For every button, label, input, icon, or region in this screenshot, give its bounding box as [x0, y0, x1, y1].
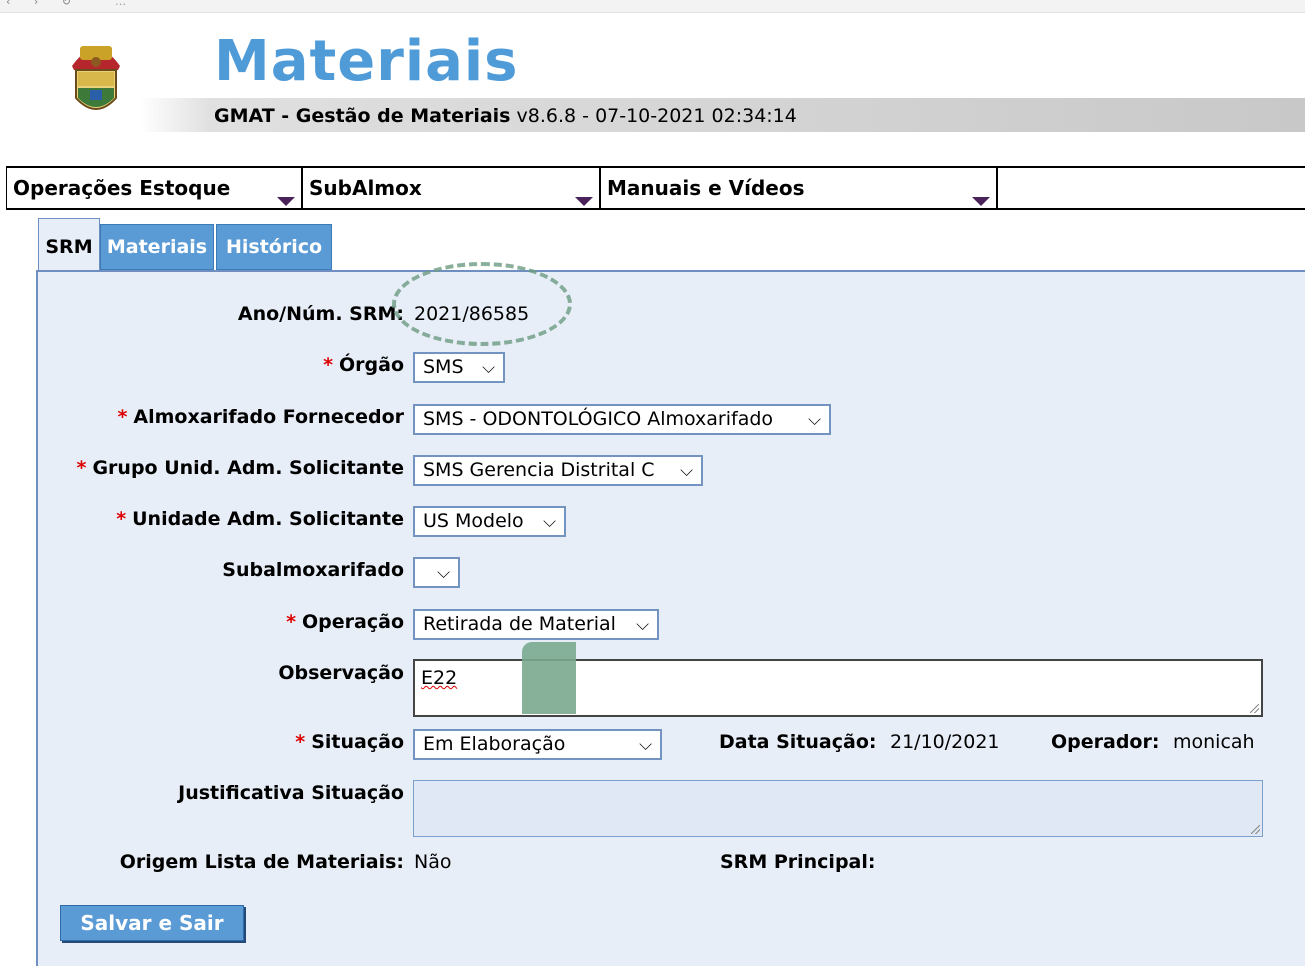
- menu-manuais-videos[interactable]: Manuais e Vídeos: [601, 168, 998, 208]
- subalmox-label: Subalmoxarifado: [222, 559, 404, 581]
- required-marker: *: [323, 354, 333, 376]
- annotation-circle: [392, 262, 572, 346]
- situacao-select[interactable]: Em Elaboração ⌵: [413, 729, 662, 760]
- orgao-select[interactable]: SMS ⌵: [413, 352, 505, 383]
- origem-label: Origem Lista de Materiais:: [119, 851, 404, 873]
- operacao-select[interactable]: Retirada de Material ⌵: [413, 609, 659, 640]
- salvar-e-sair-button[interactable]: Salvar e Sair: [60, 905, 244, 941]
- menu-operacoes-estoque[interactable]: Operações Estoque: [7, 168, 303, 208]
- coat-of-arms-logo: [72, 46, 120, 110]
- grupo-label-text: Grupo Unid. Adm. Solicitante: [92, 457, 404, 479]
- operacao-value: Retirada de Material: [423, 613, 616, 635]
- operador-label: Operador:: [1051, 731, 1160, 753]
- grupo-value: SMS Gerencia Distrital C: [423, 459, 655, 481]
- unidade-select[interactable]: US Modelo ⌵: [413, 506, 566, 537]
- tab-materiais[interactable]: Materiais: [100, 224, 214, 270]
- app-version: v8.6.8 - 07-10-2021 02:34:14: [510, 105, 797, 127]
- operador-value: monicah: [1173, 731, 1255, 753]
- chevron-down-icon: ⌵: [636, 615, 649, 635]
- chevron-down-icon: ⌵: [482, 358, 495, 378]
- resize-grip-icon[interactable]: [1251, 825, 1260, 834]
- required-marker: *: [286, 611, 297, 633]
- top-menu-bar: Operações Estoque SubAlmox Manuais e Víd…: [6, 166, 1305, 210]
- almox-label: * Almoxarifado Fornecedor: [60, 405, 404, 429]
- data-situacao-label: Data Situação:: [719, 731, 877, 753]
- browser-url-bar: ‹ › ↻ …: [0, 0, 1305, 13]
- menu-label: Operações Estoque: [13, 176, 231, 200]
- caret-down-icon: [277, 197, 295, 206]
- app-title: Materiais: [214, 29, 519, 94]
- justificativa-textarea[interactable]: [413, 780, 1263, 837]
- caret-down-icon: [972, 197, 990, 206]
- srm-principal-label: SRM Principal:: [720, 851, 876, 873]
- required-marker: *: [116, 508, 127, 530]
- caret-down-icon: [575, 197, 593, 206]
- menu-subalmox[interactable]: SubAlmox: [303, 168, 601, 208]
- menu-label: SubAlmox: [309, 176, 422, 200]
- unidade-value: US Modelo: [423, 510, 524, 532]
- chevron-down-icon: ⌵: [680, 461, 693, 481]
- operacao-label: * Operação: [100, 610, 404, 634]
- annotation-overlay: [522, 642, 576, 714]
- browser-nav-icons[interactable]: ‹ › ↻: [6, 0, 81, 8]
- observacao-label: Observação: [278, 662, 404, 684]
- chevron-down-icon: ⌵: [437, 563, 450, 583]
- resize-grip-icon[interactable]: [1250, 704, 1259, 713]
- browser-url[interactable]: …: [115, 0, 126, 8]
- almox-label-text: Almoxarifado Fornecedor: [133, 406, 404, 428]
- app-subtitle: GMAT - Gestão de Materiais v8.6.8 - 07-1…: [214, 104, 797, 128]
- almox-select[interactable]: SMS - ODONTOLÓGICO Almoxarifado ⌵: [413, 404, 831, 435]
- almox-value: SMS - ODONTOLÓGICO Almoxarifado: [423, 408, 774, 430]
- required-marker: *: [295, 731, 306, 753]
- tab-historico[interactable]: Histórico: [216, 224, 332, 270]
- required-marker: *: [76, 457, 87, 479]
- data-situacao-value: 21/10/2021: [890, 731, 1000, 753]
- unidade-label: * Unidade Adm. Solicitante: [60, 507, 404, 531]
- operacao-label-text: Operação: [302, 611, 404, 633]
- justificativa-label: Justificativa Situação: [178, 782, 404, 804]
- grupo-select[interactable]: SMS Gerencia Distrital C ⌵: [413, 455, 703, 486]
- ano-num-label: Ano/Núm. SRM:: [237, 303, 404, 325]
- tab-srm[interactable]: SRM: [38, 218, 100, 270]
- situacao-label: * Situação: [100, 730, 404, 754]
- unidade-label-text: Unidade Adm. Solicitante: [132, 508, 404, 530]
- orgao-value: SMS: [423, 356, 464, 378]
- observacao-value: E22: [421, 667, 458, 689]
- situacao-label-text: Situação: [311, 731, 404, 753]
- chevron-down-icon: ⌵: [639, 735, 652, 755]
- chevron-down-icon: ⌵: [808, 410, 821, 430]
- orgao-label-text: Órgão: [339, 354, 404, 376]
- origem-value: Não: [414, 851, 452, 873]
- chevron-down-icon: ⌵: [543, 512, 556, 532]
- subalmox-select[interactable]: ⌵: [413, 557, 460, 588]
- app-name: GMAT - Gestão de Materiais: [214, 105, 511, 127]
- required-marker: *: [117, 406, 128, 428]
- orgao-label: * Órgão: [100, 353, 404, 377]
- menu-label: Manuais e Vídeos: [607, 176, 805, 200]
- grupo-label: * Grupo Unid. Adm. Solicitante: [40, 456, 404, 480]
- situacao-value: Em Elaboração: [423, 733, 566, 755]
